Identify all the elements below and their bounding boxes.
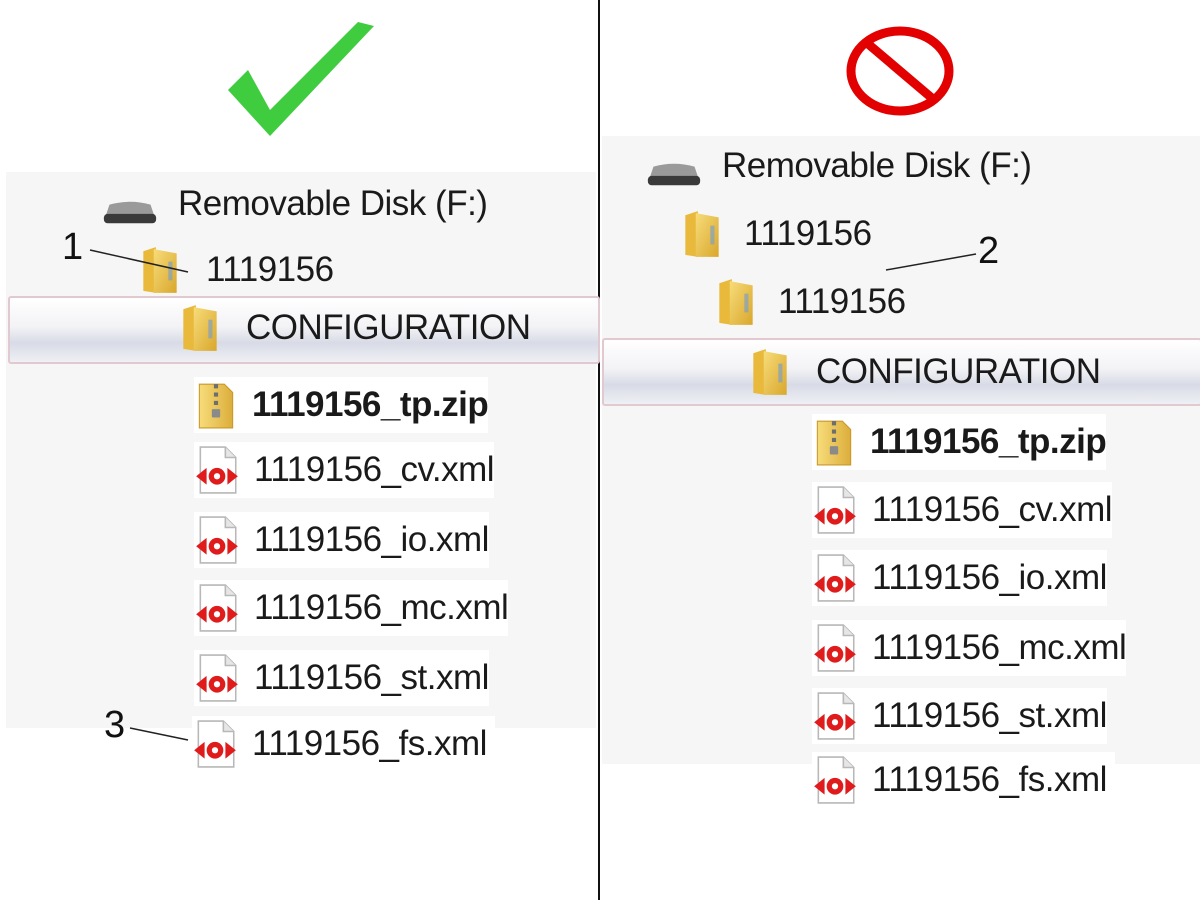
left-file-label: 1119156_cv.xml xyxy=(254,450,495,489)
xml-file-icon xyxy=(812,485,858,535)
right-drive-row[interactable]: Removable Disk (F:) xyxy=(646,138,1032,194)
left-file-row[interactable]: 1119156_mc.xml xyxy=(194,580,509,636)
xml-file-icon xyxy=(194,653,240,703)
check-mark-icon xyxy=(228,22,374,136)
folder-icon xyxy=(680,209,724,259)
left-file-row[interactable]: 1119156_tp.zip xyxy=(194,377,489,433)
right-file-row[interactable]: 1119156_mc.xml xyxy=(812,620,1127,676)
zip-archive-icon xyxy=(194,380,238,430)
right-drive-label: Removable Disk (F:) xyxy=(722,146,1032,185)
left-file-label: 1119156_tp.zip xyxy=(252,385,489,424)
right-file-label: 1119156_st.xml xyxy=(872,696,1107,735)
xml-file-icon xyxy=(192,719,238,769)
xml-file-icon xyxy=(812,553,858,603)
left-file-row[interactable]: 1119156_st.xml xyxy=(194,650,489,706)
xml-file-icon xyxy=(812,755,858,805)
left-folder-label: 1119156 xyxy=(206,250,334,289)
leader-line-3 xyxy=(129,727,189,741)
xml-file-icon xyxy=(194,515,240,565)
xml-file-icon xyxy=(812,623,858,673)
right-file-label: 1119156_mc.xml xyxy=(872,628,1127,667)
xml-file-icon xyxy=(812,691,858,741)
removable-drive-icon xyxy=(646,161,702,189)
zip-archive-icon xyxy=(812,417,856,467)
folder-icon xyxy=(748,347,792,397)
right-file-label: 1119156_tp.zip xyxy=(870,422,1107,461)
left-file-label: 1119156_io.xml xyxy=(254,520,489,559)
right-file-label: 1119156_fs.xml xyxy=(872,760,1107,799)
right-explorer-panel: Removable Disk (F:) 1119156 1119156 CONF… xyxy=(602,136,1200,764)
right-file-row[interactable]: 1119156_st.xml xyxy=(812,688,1107,744)
callout-2: 2 xyxy=(978,230,1000,272)
right-folder-label: 1119156 xyxy=(744,214,872,253)
right-subfolder-label: 1119156 xyxy=(778,282,906,321)
left-file-row[interactable]: 1119156_cv.xml xyxy=(194,442,495,498)
left-config-label: CONFIGURATION xyxy=(246,308,531,347)
left-config-row[interactable]: CONFIGURATION xyxy=(178,300,531,356)
left-explorer-panel: Removable Disk (F:) 1119156 CONFIGURATIO… xyxy=(6,172,600,728)
right-config-row[interactable]: CONFIGURATION xyxy=(748,344,1101,400)
right-file-label: 1119156_io.xml xyxy=(872,558,1107,597)
left-file-label: 1119156_fs.xml xyxy=(252,724,487,763)
right-config-label: CONFIGURATION xyxy=(816,352,1101,391)
left-drive-row[interactable]: Removable Disk (F:) xyxy=(102,176,488,232)
callout-3: 3 xyxy=(104,704,126,746)
right-subfolder-row[interactable]: 1119156 xyxy=(714,274,906,330)
folder-icon xyxy=(714,277,758,327)
left-folder-row[interactable]: 1119156 xyxy=(138,242,334,298)
removable-drive-icon xyxy=(102,199,158,227)
folder-icon xyxy=(178,303,222,353)
left-drive-label: Removable Disk (F:) xyxy=(178,184,488,223)
right-file-label: 1119156_cv.xml xyxy=(872,490,1113,529)
panel-divider xyxy=(598,0,600,900)
folder-icon xyxy=(138,245,182,295)
callout-1: 1 xyxy=(62,226,84,268)
right-folder-row[interactable]: 1119156 xyxy=(680,206,872,262)
right-file-row[interactable]: 1119156_cv.xml xyxy=(812,482,1113,538)
left-file-row[interactable]: 1119156_io.xml xyxy=(194,512,489,568)
xml-file-icon xyxy=(194,445,240,495)
xml-file-icon xyxy=(194,583,240,633)
right-file-row[interactable]: 1119156_io.xml xyxy=(812,550,1107,606)
left-file-label: 1119156_mc.xml xyxy=(254,588,509,627)
left-file-row-fs[interactable]: 1119156_fs.xml xyxy=(192,716,495,772)
right-file-row[interactable]: 1119156_tp.zip xyxy=(812,414,1107,470)
right-file-row-fs[interactable]: 1119156_fs.xml xyxy=(812,752,1115,808)
left-file-label: 1119156_st.xml xyxy=(254,658,489,697)
prohibited-icon xyxy=(846,26,954,116)
